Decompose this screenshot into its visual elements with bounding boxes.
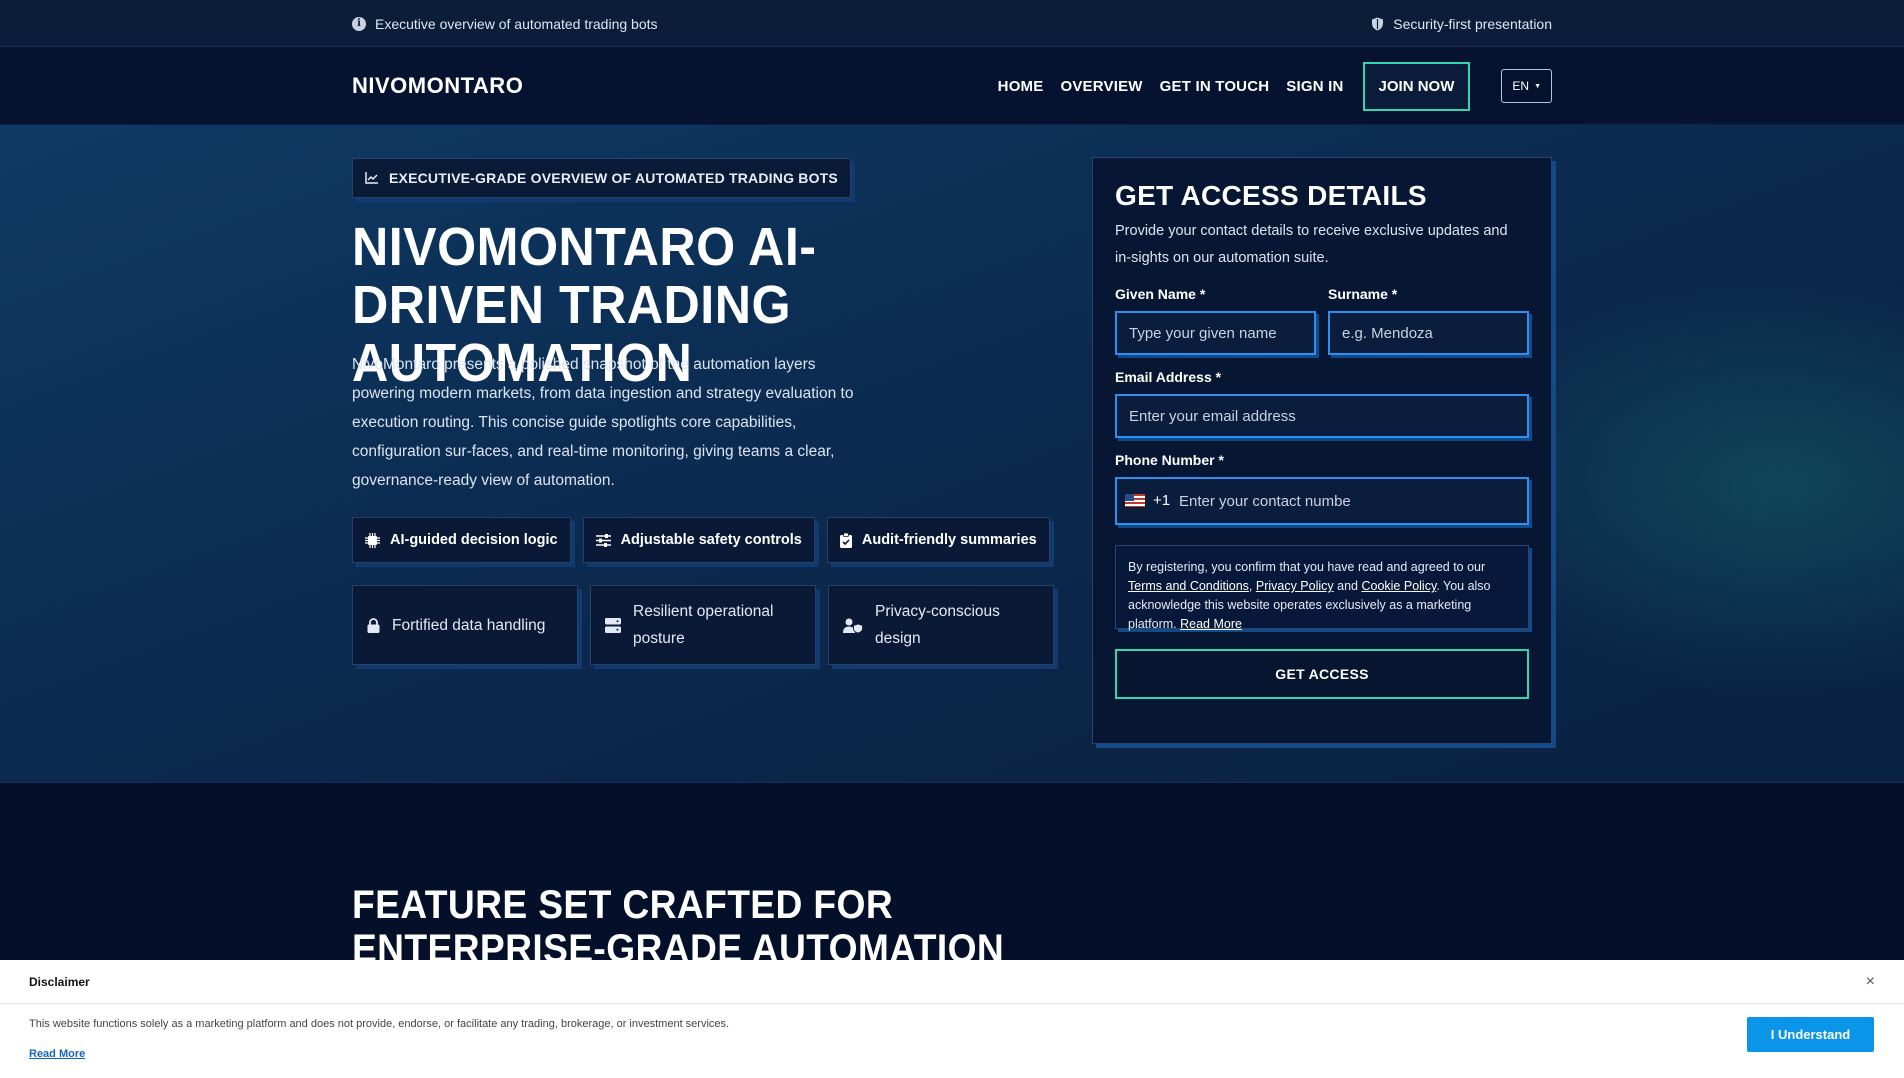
chip-audit-summaries: Audit-friendly summaries: [826, 517, 1050, 563]
card-privacy-design: Privacy-conscious design: [828, 585, 1054, 665]
consent-box: By registering, you confirm that you hav…: [1115, 545, 1529, 631]
chip-label: AI-guided decision logic: [390, 532, 558, 548]
card-data-handling: Fortified data handling: [352, 585, 578, 665]
chevron-down-icon: ▼: [1534, 82, 1541, 90]
hero-description: NivoMontaro presents a polished snapshot…: [352, 356, 854, 489]
consent-and: and: [1333, 579, 1362, 593]
site-header: NIVOMONTARO HOME OVERVIEW GET IN TOUCH S…: [0, 47, 1904, 125]
country-code-selector[interactable]: +1: [1125, 477, 1170, 523]
cookie-link[interactable]: Cookie Policy: [1361, 579, 1436, 593]
phone-input-wrap: +1: [1115, 477, 1529, 525]
disclaimer-banner: Disclaimer × This website functions sole…: [0, 960, 1904, 1078]
hero-badge-text: EXECUTIVE-GRADE OVERVIEW OF AUTOMATED TR…: [389, 170, 838, 186]
card-label: Privacy-conscious design: [875, 603, 1000, 647]
nav-overview[interactable]: OVERVIEW: [1060, 78, 1142, 95]
email-label: Email Address *: [1115, 369, 1222, 385]
us-flag-icon: [1125, 493, 1145, 507]
nav-get-in-touch[interactable]: GET IN TOUCH: [1160, 78, 1270, 95]
phone-input[interactable]: [1115, 477, 1529, 525]
consent-read-more-link[interactable]: Read More: [1180, 617, 1242, 631]
card-operational-posture: Resilient operational posture: [590, 585, 816, 665]
terms-link[interactable]: Terms and Conditions: [1128, 579, 1249, 593]
disclaimer-text: This website functions solely as a marke…: [29, 1018, 730, 1030]
consent-prefix: By registering, you confirm that you hav…: [1128, 560, 1486, 574]
card-label: Fortified data handling: [392, 616, 546, 634]
phone-label: Phone Number *: [1115, 452, 1224, 468]
topbar-right: Security-first presentation: [1371, 16, 1552, 32]
server-icon: [605, 617, 621, 633]
language-label: EN: [1512, 79, 1530, 93]
language-selector[interactable]: EN ▼: [1501, 69, 1552, 103]
top-bar: i Executive overview of automated tradin…: [0, 0, 1904, 47]
disclaimer-title: Disclaimer: [29, 974, 90, 989]
disclaimer-read-more-link[interactable]: Read More: [29, 1048, 85, 1060]
topbar-left: i Executive overview of automated tradin…: [352, 16, 658, 32]
i-understand-button[interactable]: I Understand: [1747, 1017, 1874, 1052]
feature-chips: AI-guided decision logic Adjustable safe…: [352, 517, 1050, 563]
lock-icon: [367, 617, 380, 633]
form-title: GET ACCESS DETAILS: [1115, 180, 1427, 211]
surname-input[interactable]: [1328, 311, 1529, 355]
get-access-button[interactable]: GET ACCESS: [1115, 649, 1529, 699]
topbar-right-text: Security-first presentation: [1393, 15, 1552, 32]
name-row: Given Name * Surname *: [1115, 286, 1529, 355]
chip-safety-controls: Adjustable safety controls: [582, 517, 815, 563]
email-field: Email Address *: [1115, 369, 1529, 438]
hero-badge: EXECUTIVE-GRADE OVERVIEW OF AUTOMATED TR…: [352, 158, 851, 198]
trust-cards: Fortified data handling Resilient operat…: [352, 585, 1054, 665]
hero-section: EXECUTIVE-GRADE OVERVIEW OF AUTOMATED TR…: [0, 125, 1904, 783]
site-logo[interactable]: NIVOMONTARO: [352, 73, 523, 99]
nav-sign-in[interactable]: SIGN IN: [1286, 78, 1343, 95]
surname-label: Surname *: [1328, 286, 1398, 302]
phone-code: +1: [1153, 491, 1171, 509]
main-nav: HOME OVERVIEW GET IN TOUCH SIGN IN JOIN …: [998, 61, 1552, 111]
consent-comma: ,: [1248, 579, 1256, 593]
phone-field: Phone Number * +1: [1115, 452, 1529, 525]
privacy-link[interactable]: Privacy Policy: [1256, 579, 1334, 593]
chip-icon: [365, 532, 380, 548]
user-shield-icon: [843, 618, 863, 633]
given-name-input[interactable]: [1115, 311, 1316, 355]
access-form: GET ACCESS DETAILS Provide your contact …: [1092, 157, 1552, 744]
disclaimer-header: Disclaimer ×: [0, 960, 1904, 1004]
nav-home[interactable]: HOME: [998, 78, 1044, 95]
sliders-icon: [595, 533, 611, 547]
topbar-left-text: Executive overview of automated trading …: [375, 15, 658, 32]
chip-label: Audit-friendly summaries: [861, 532, 1037, 548]
email-input[interactable]: [1115, 394, 1529, 438]
features-title: FEATURE SET CRAFTED FOR ENTERPRISE-GRADE…: [352, 883, 1005, 971]
clipboard-check-icon: [839, 532, 852, 548]
form-subtitle: Provide your contact details to receive …: [1115, 223, 1508, 266]
given-name-label: Given Name *: [1115, 286, 1206, 302]
chart-line-icon: [365, 172, 379, 184]
shield-icon: [1371, 17, 1384, 31]
chip-ai-logic: AI-guided decision logic: [352, 517, 571, 563]
given-name-field: Given Name *: [1115, 286, 1316, 355]
close-icon[interactable]: ×: [1866, 973, 1875, 991]
info-icon: i: [352, 16, 366, 31]
surname-field: Surname *: [1328, 286, 1529, 355]
join-now-button[interactable]: JOIN NOW: [1362, 61, 1471, 111]
chip-label: Adjustable safety controls: [620, 532, 802, 548]
card-label: Resilient operational posture: [633, 603, 774, 647]
features-section: FEATURE SET CRAFTED FOR ENTERPRISE-GRADE…: [0, 783, 1904, 983]
